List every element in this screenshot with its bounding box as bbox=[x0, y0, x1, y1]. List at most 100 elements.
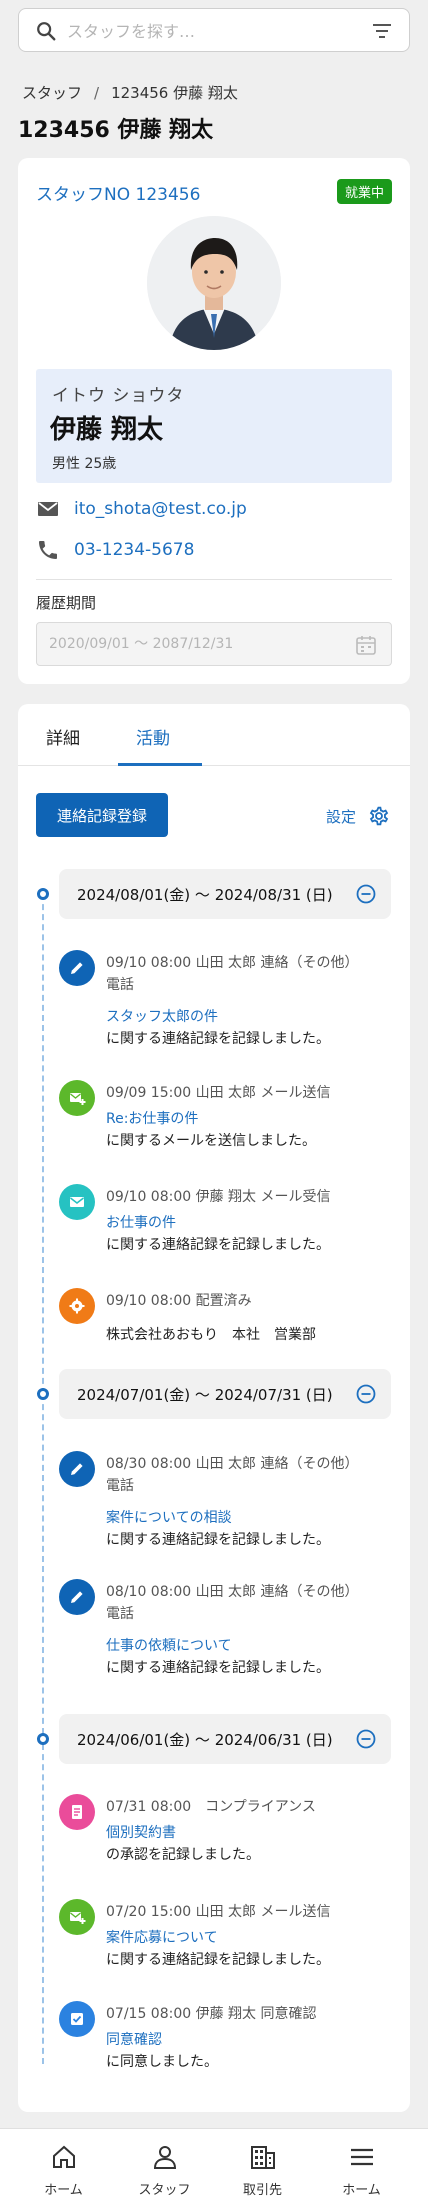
event-meta: 08/30 08:00 山田 太郎 連絡（その他） bbox=[106, 1456, 359, 1472]
breadcrumb: スタッフ / 123456 伊藤 翔太 bbox=[22, 82, 238, 103]
pencil-icon bbox=[71, 1463, 83, 1475]
filter-icon[interactable] bbox=[371, 22, 393, 40]
timeline-event: 09/10 08:00 山田 太郎 連絡（その他） 電話 スタッフ太郎の件 に関… bbox=[106, 952, 396, 1050]
timeline-event: 09/09 15:00 山田 太郎 メール送信 Re:お仕事の件 に関するメール… bbox=[106, 1082, 396, 1152]
mail-add-icon bbox=[70, 1912, 86, 1924]
timeline-event: 09/10 08:00 配置済み 株式会社あおもり 本社 営業部 bbox=[106, 1290, 396, 1346]
period-header: 2024/07/01(金) 〜 2024/07/31 (日) bbox=[59, 1369, 391, 1419]
nav-label: スタッフ bbox=[138, 2183, 191, 2198]
timeline-event: 09/10 08:00 伊藤 翔太 メール受信 お仕事の件 に関する連絡記録を記… bbox=[106, 1186, 396, 1256]
full-name: 伊藤 翔太 bbox=[50, 415, 164, 445]
timeline-dot bbox=[37, 888, 49, 900]
period-label: 2024/08/01(金) 〜 2024/08/31 (日) bbox=[77, 886, 333, 904]
breadcrumb-parent[interactable]: スタッフ bbox=[22, 84, 82, 102]
event-meta: 09/10 08:00 配置済み bbox=[106, 1293, 252, 1309]
avatar bbox=[147, 216, 281, 350]
activity-card: 詳細 活動 連絡記録登録 設定 2024/08/01(金) 〜 2024/08/… bbox=[18, 704, 410, 2112]
event-sub: 電話 bbox=[106, 1478, 134, 1494]
profile-summary: イトウ ショウタ 伊藤 翔太 男性 25歳 bbox=[36, 369, 392, 483]
phone-link[interactable]: 03-1234-5678 bbox=[74, 540, 194, 560]
event-meta: 09/10 08:00 伊藤 翔太 メール受信 bbox=[106, 1189, 331, 1205]
event-meta: 07/20 15:00 山田 太郎 メール送信 bbox=[106, 1904, 331, 1920]
name-kana: イトウ ショウタ bbox=[52, 386, 185, 406]
event-description: に関する連絡記録を記録しました。 bbox=[106, 1031, 330, 1047]
phone-row: 03-1234-5678 bbox=[36, 537, 194, 563]
page-title: 123456 伊藤 翔太 bbox=[18, 118, 214, 143]
event-meta: 09/10 08:00 山田 太郎 連絡（その他） bbox=[106, 955, 359, 971]
collapse-icon[interactable] bbox=[355, 1728, 377, 1750]
event-pencil-icon bbox=[59, 1451, 95, 1487]
gender-age: 男性 25歳 bbox=[52, 456, 117, 472]
timeline-event: 07/20 15:00 山田 太郎 メール送信 案件応募について に関する連絡記… bbox=[106, 1901, 396, 1971]
pencil-icon bbox=[71, 962, 83, 974]
event-mail-icon bbox=[59, 1184, 95, 1220]
event-gear-icon bbox=[59, 1288, 95, 1324]
event-link[interactable]: お仕事の件 bbox=[106, 1212, 396, 1234]
event-check-icon bbox=[59, 2001, 95, 2037]
tab-detail[interactable]: 詳細 bbox=[46, 724, 80, 749]
phone-icon bbox=[39, 541, 57, 559]
nav-label: ホーム bbox=[342, 2183, 381, 2198]
mail-icon bbox=[70, 1197, 84, 1207]
event-description: に関する連絡記録を記録しました。 bbox=[106, 1532, 330, 1548]
tab-activity[interactable]: 活動 bbox=[136, 724, 170, 749]
event-link[interactable]: スタッフ太郎の件 bbox=[106, 1006, 396, 1028]
pencil-icon bbox=[71, 1591, 83, 1603]
contract-icon bbox=[72, 1805, 82, 1819]
tab-bar: 詳細 活動 bbox=[18, 704, 410, 766]
gear-icon bbox=[369, 806, 389, 826]
history-period-label: 履歴期間 bbox=[36, 594, 97, 612]
event-link[interactable]: 個別契約書 bbox=[106, 1822, 396, 1844]
period-label: 2024/07/01(金) 〜 2024/07/31 (日) bbox=[77, 1386, 333, 1404]
event-link[interactable]: 仕事の依頼について bbox=[106, 1635, 396, 1657]
history-period-input bbox=[49, 635, 339, 651]
event-pencil-icon bbox=[59, 950, 95, 986]
event-mail-add-icon bbox=[59, 1899, 95, 1935]
nav-clients[interactable]: 取引先 bbox=[209, 2129, 316, 2206]
divider bbox=[36, 579, 392, 580]
period-header: 2024/06/01(金) 〜 2024/06/31 (日) bbox=[59, 1714, 391, 1764]
register-contact-button[interactable]: 連絡記録登録 bbox=[36, 793, 168, 837]
search-bar[interactable] bbox=[18, 8, 410, 52]
building-icon bbox=[251, 2146, 275, 2169]
timeline-event: 07/15 08:00 伊藤 翔太 同意確認 同意確認 に同意しました。 bbox=[106, 2003, 396, 2073]
event-link[interactable]: Re:お仕事の件 bbox=[106, 1108, 396, 1130]
breadcrumb-current: 123456 伊藤 翔太 bbox=[111, 84, 238, 102]
collapse-icon[interactable] bbox=[355, 883, 377, 905]
event-description: に同意しました。 bbox=[106, 2054, 218, 2070]
event-description: に関する連絡記録を記録しました。 bbox=[106, 1237, 330, 1253]
nav-label: ホーム bbox=[44, 2183, 83, 2198]
email-link[interactable]: ito_shota@test.co.jp bbox=[74, 499, 247, 519]
event-description: に関する連絡記録を記録しました。 bbox=[106, 1660, 330, 1676]
timeline-line bbox=[42, 1394, 44, 1734]
nav-home[interactable]: ホーム bbox=[10, 2129, 117, 2206]
menu-icon bbox=[351, 2148, 373, 2166]
event-link[interactable]: 案件応募について bbox=[106, 1927, 396, 1949]
event-link[interactable]: 同意確認 bbox=[106, 2029, 396, 2051]
timeline-event: 08/10 08:00 山田 太郎 連絡（その他） 電話 仕事の依頼について に… bbox=[106, 1581, 396, 1679]
search-input[interactable] bbox=[67, 19, 357, 43]
period-label: 2024/06/01(金) 〜 2024/06/31 (日) bbox=[77, 1731, 333, 1749]
home-icon bbox=[53, 2145, 75, 2168]
search-icon bbox=[37, 22, 56, 41]
collapse-icon[interactable] bbox=[355, 1383, 377, 1405]
nav-staff[interactable]: スタッフ bbox=[111, 2129, 218, 2206]
nav-menu[interactable]: ホーム bbox=[308, 2129, 415, 2206]
event-description: 株式会社あおもり 本社 営業部 bbox=[106, 1327, 316, 1343]
event-meta: 09/09 15:00 山田 太郎 メール送信 bbox=[106, 1085, 331, 1101]
timeline-line bbox=[42, 1744, 44, 2064]
breadcrumb-separator: / bbox=[94, 84, 100, 102]
timeline-event: 08/30 08:00 山田 太郎 連絡（その他） 電話 案件についての相談 に… bbox=[106, 1453, 396, 1551]
profile-card: スタッフNO 123456 就業中 イトウ ショウタ 伊藤 翔太 男性 25歳 … bbox=[18, 158, 410, 684]
mail-add-icon bbox=[70, 1093, 86, 1105]
staff-number: スタッフNO 123456 bbox=[36, 185, 201, 205]
event-link[interactable]: 案件についての相談 bbox=[106, 1507, 396, 1529]
event-description: の承認を記録しました。 bbox=[106, 1847, 260, 1863]
settings-link[interactable]: 設定 bbox=[326, 804, 390, 828]
event-meta: 07/31 08:00 コンプライアンス bbox=[106, 1799, 316, 1815]
check-icon bbox=[71, 2013, 83, 2025]
bottom-nav: ホーム スタッフ 取引先 ホーム bbox=[0, 2128, 428, 2206]
mail-icon bbox=[38, 502, 58, 516]
event-sub: 電話 bbox=[106, 977, 134, 993]
person-icon bbox=[153, 2146, 177, 2169]
